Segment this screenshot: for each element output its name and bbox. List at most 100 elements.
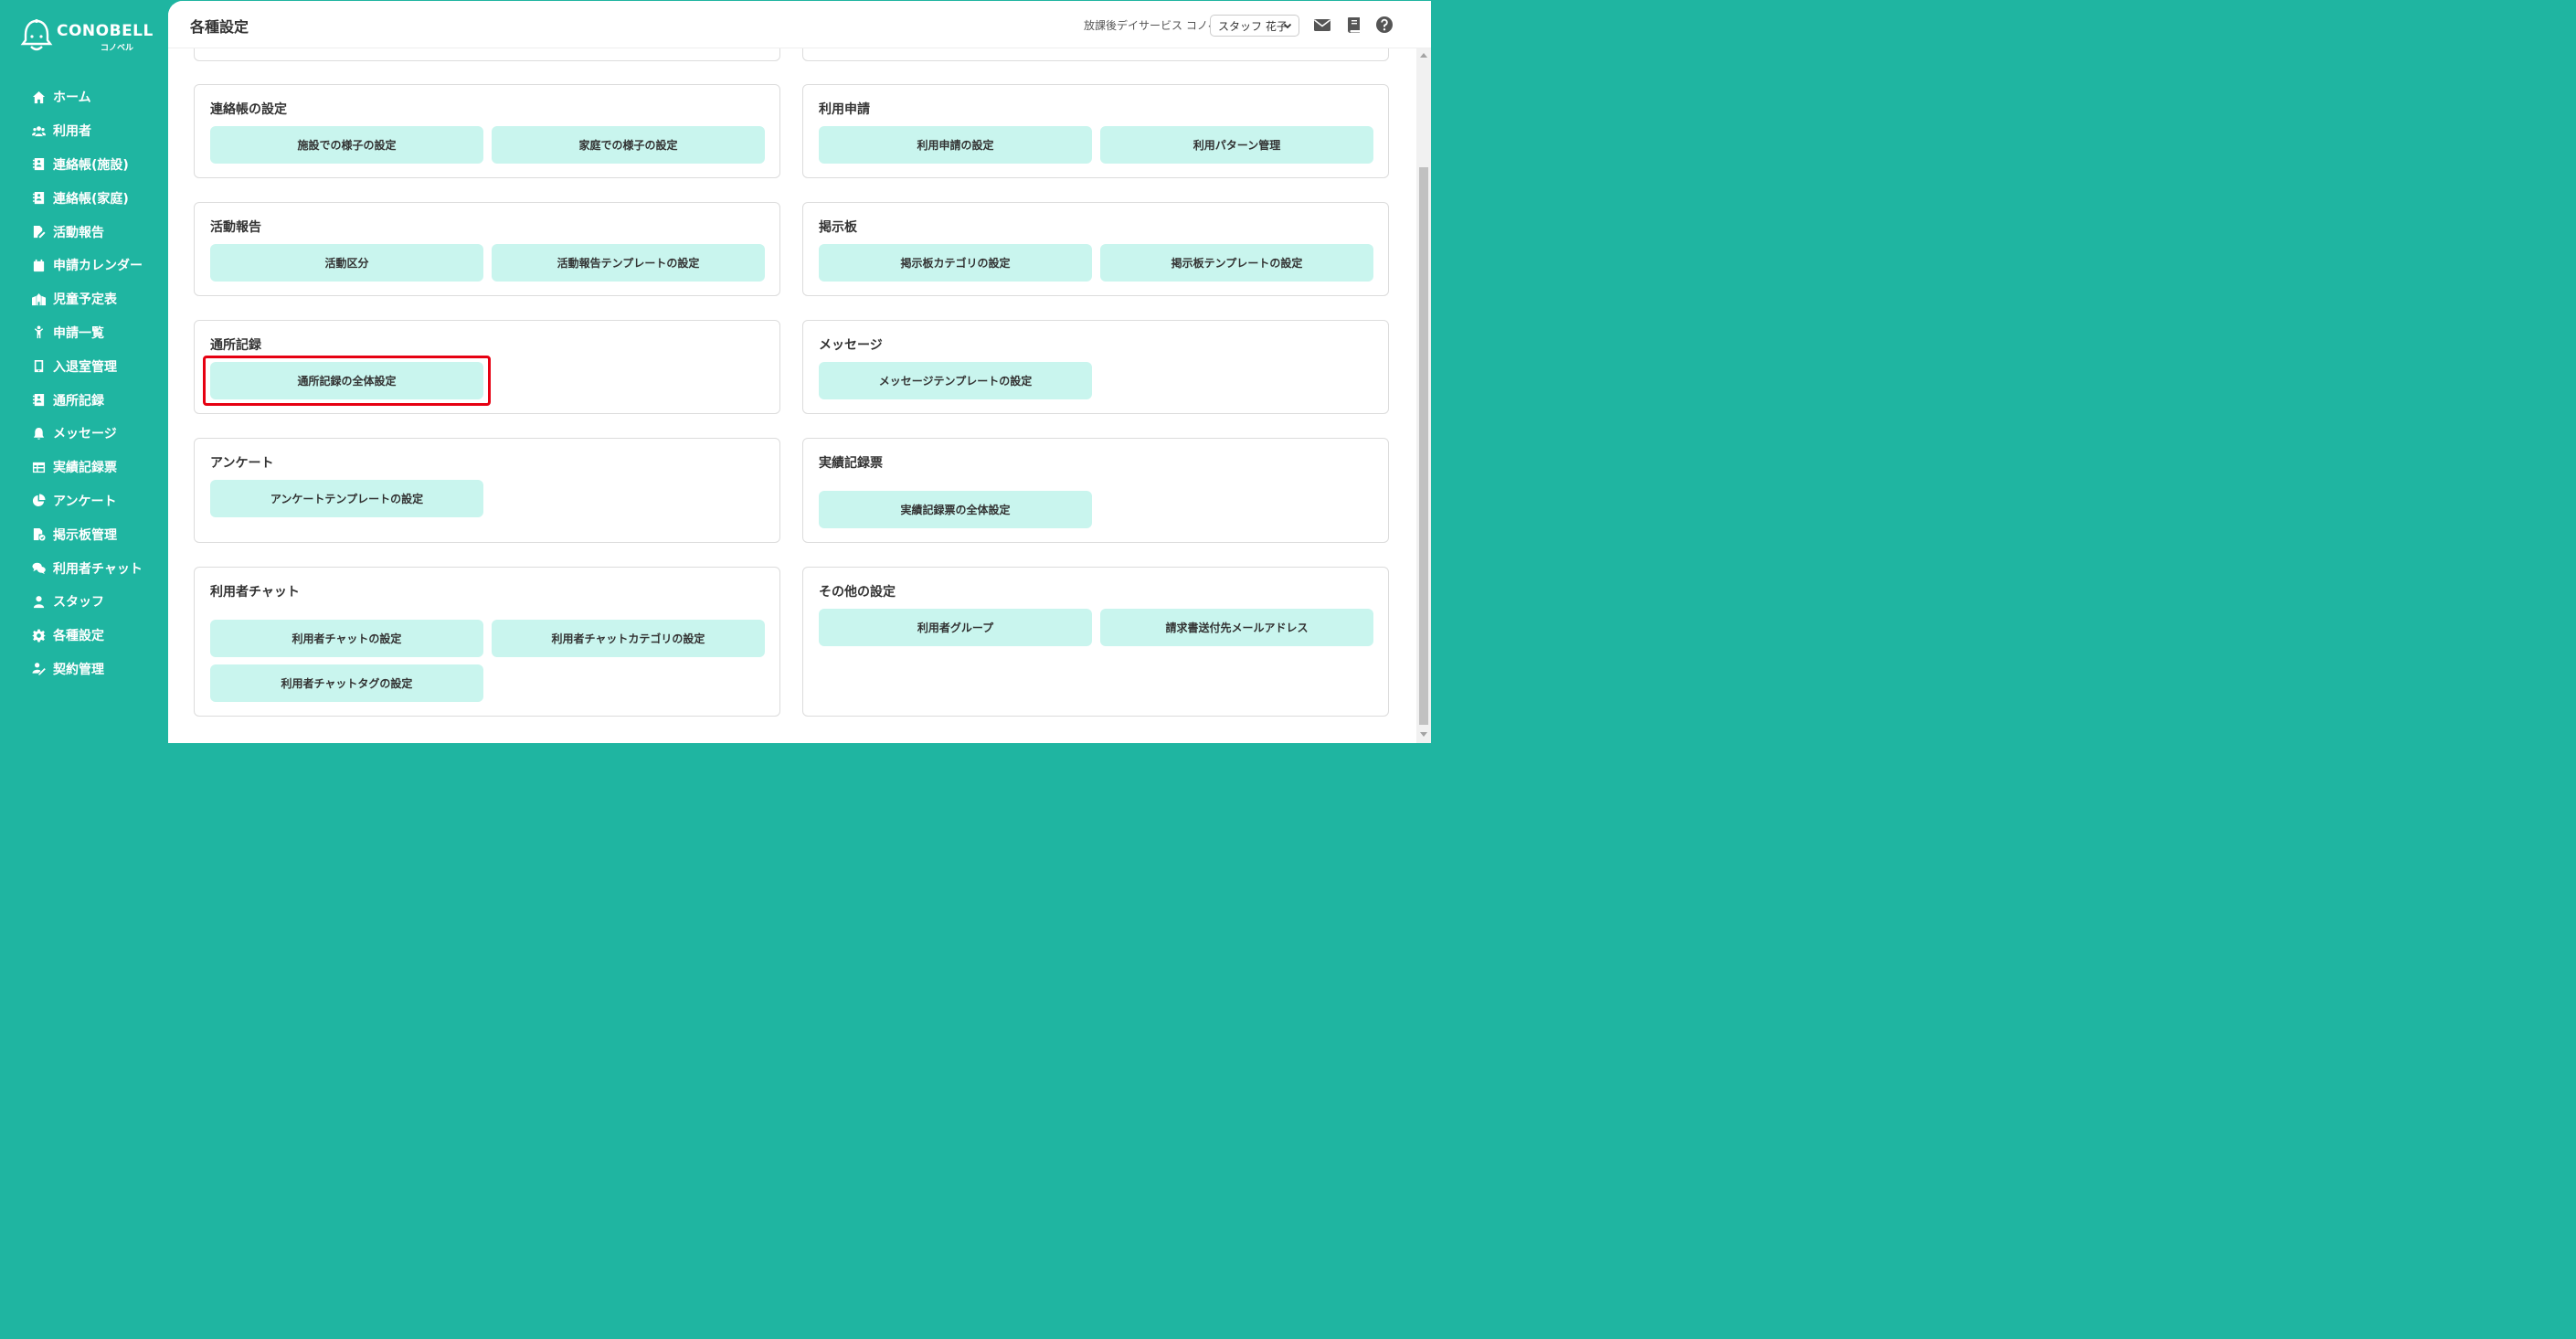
card-user-chat: 利用者チャット 利用者チャットの設定 利用者チャットカテゴリの設定 利用者チャッ… <box>194 567 780 717</box>
card-usage-application: 利用申請 利用申請の設定 利用パターン管理 <box>802 84 1389 178</box>
brand-subtitle: コノベル <box>101 44 134 53</box>
sidebar-item-performance-record[interactable]: 実績記録票 <box>0 451 168 484</box>
card-contact-book-settings: 連絡帳の設定 施設での様子の設定 家庭での様子の設定 <box>194 84 780 178</box>
sidebar-item-message[interactable]: メッセージ <box>0 417 168 451</box>
card-title: 掲示板 <box>819 220 857 235</box>
sidebar: CONOBELL コノベル ホーム 利用者 連絡帳(施設) 連絡帳(家庭) 活動… <box>0 0 168 745</box>
sidebar-item-activity-report[interactable]: 活動報告 <box>0 215 168 249</box>
card-activity-report: 活動報告 活動区分 活動報告テンプレートの設定 <box>194 202 780 296</box>
facility-status-settings-button[interactable]: 施設での様子の設定 <box>210 126 483 164</box>
contact-book-icon <box>31 157 46 172</box>
sidebar-item-entry-exit[interactable]: 入退室管理 <box>0 349 168 383</box>
contract-icon <box>31 662 46 676</box>
sidebar-item-label: 各種設定 <box>53 629 104 644</box>
message-template-settings-button[interactable]: メッセージテンプレートの設定 <box>819 362 1092 399</box>
card-attendance-record: 通所記録 通所記録の全体設定 <box>194 320 780 414</box>
board-category-settings-button[interactable]: 掲示板カテゴリの設定 <box>819 244 1092 282</box>
sidebar-item-label: 実績記録票 <box>53 461 117 476</box>
main-panel: 連絡帳の設定 施設での様子の設定 家庭での様子の設定 利用申請 利用申請の設定 … <box>168 1 1431 743</box>
chevron-down-icon <box>1283 23 1292 29</box>
sidebar-item-label: 児童予定表 <box>53 292 117 308</box>
brand-name: CONOBELL <box>57 22 154 40</box>
calendar-icon <box>31 258 46 272</box>
app-logo[interactable]: CONOBELL コノベル <box>20 18 157 55</box>
activity-category-button[interactable]: 活動区分 <box>210 244 483 282</box>
help-icon[interactable] <box>1375 16 1394 34</box>
scroll-down-icon[interactable] <box>1420 730 1427 738</box>
survey-template-settings-button[interactable]: アンケートテンプレートの設定 <box>210 480 483 517</box>
sidebar-item-label: ホーム <box>53 90 91 106</box>
page-title: 各種設定 <box>190 18 249 36</box>
user-select[interactable]: スタッフ 花子 <box>1210 15 1299 37</box>
card-other-settings: その他の設定 利用者グループ 請求書送付先メールアドレス <box>802 567 1389 717</box>
user-group-button[interactable]: 利用者グループ <box>819 609 1092 646</box>
bell-icon <box>31 426 46 441</box>
bell-logo-icon <box>20 19 53 51</box>
sidebar-item-users[interactable]: 利用者 <box>0 114 168 148</box>
sidebar-item-label: 活動報告 <box>53 225 104 240</box>
sidebar-item-label: 利用者チャット <box>53 561 143 577</box>
sidebar-item-calendar[interactable]: 申請カレンダー <box>0 249 168 282</box>
sidebar-item-survey[interactable]: アンケート <box>0 484 168 518</box>
mail-icon[interactable] <box>1313 16 1331 34</box>
contact-book-icon <box>31 191 46 206</box>
home-icon <box>31 90 46 104</box>
card-performance-record: 実績記録票 実績記録票の全体設定 <box>802 438 1389 543</box>
sidebar-item-board-management[interactable]: 掲示板管理 <box>0 517 168 551</box>
card-title: その他の設定 <box>819 585 896 600</box>
user-chat-settings-button[interactable]: 利用者チャットの設定 <box>210 620 483 657</box>
card-title: 実績記録票 <box>819 456 883 471</box>
user-name: スタッフ 花子 <box>1218 20 1288 33</box>
pie-chart-icon <box>31 494 46 508</box>
settings-content: 連絡帳の設定 施設での様子の設定 家庭での様子の設定 利用申請 利用申請の設定 … <box>168 1 1416 743</box>
invoice-email-button[interactable]: 請求書送付先メールアドレス <box>1100 609 1373 646</box>
tablet-icon <box>31 359 46 374</box>
facility-name: 放課後デイサービス コノベル <box>1084 19 1230 32</box>
sidebar-item-label: スタッフ <box>53 595 104 611</box>
sidebar-item-label: 申請カレンダー <box>53 259 143 274</box>
school-icon <box>31 292 46 306</box>
sidebar-item-settings[interactable]: 各種設定 <box>0 619 168 653</box>
board-icon <box>31 527 46 542</box>
user-chat-category-settings-button[interactable]: 利用者チャットカテゴリの設定 <box>492 620 765 657</box>
sidebar-item-label: 通所記録 <box>53 393 104 409</box>
card-bulletin-board: 掲示板 掲示板カテゴリの設定 掲示板テンプレートの設定 <box>802 202 1389 296</box>
sidebar-item-schedule[interactable]: 児童予定表 <box>0 282 168 316</box>
card-title: 通所記録 <box>210 338 261 353</box>
card-title: 利用者チャット <box>210 585 300 600</box>
board-template-settings-button[interactable]: 掲示板テンプレートの設定 <box>1100 244 1373 282</box>
sidebar-item-label: 利用者 <box>53 124 91 140</box>
usage-application-settings-button[interactable]: 利用申請の設定 <box>819 126 1092 164</box>
sidebar-item-label: 入退室管理 <box>53 359 117 375</box>
sidebar-item-staff[interactable]: スタッフ <box>0 585 168 619</box>
user-chat-tag-settings-button[interactable]: 利用者チャットタグの設定 <box>210 664 483 702</box>
card-title: 連絡帳の設定 <box>210 102 287 117</box>
vertical-scrollbar[interactable] <box>1416 48 1431 743</box>
sidebar-item-contact-facility[interactable]: 連絡帳(施設) <box>0 148 168 182</box>
attendance-record-global-settings-button[interactable]: 通所記録の全体設定 <box>210 362 483 399</box>
top-bar: 各種設定 放課後デイサービス コノベル スタッフ 花子 <box>168 1 1431 48</box>
home-status-settings-button[interactable]: 家庭での様子の設定 <box>492 126 765 164</box>
sidebar-nav: ホーム 利用者 連絡帳(施設) 連絡帳(家庭) 活動報告 申請カレンダー 児童予… <box>0 80 168 685</box>
sidebar-item-label: メッセージ <box>53 427 117 442</box>
staff-icon <box>31 594 46 609</box>
chat-icon <box>31 561 46 576</box>
activity-report-template-button[interactable]: 活動報告テンプレートの設定 <box>492 244 765 282</box>
performance-record-global-settings-button[interactable]: 実績記録票の全体設定 <box>819 491 1092 528</box>
card-title: 活動報告 <box>210 220 261 235</box>
gear-icon <box>31 628 46 643</box>
scrollbar-thumb[interactable] <box>1419 167 1428 725</box>
sidebar-item-user-chat[interactable]: 利用者チャット <box>0 551 168 585</box>
scroll-up-icon[interactable] <box>1420 52 1427 59</box>
sidebar-item-contract[interactable]: 契約管理 <box>0 653 168 686</box>
sidebar-item-home[interactable]: ホーム <box>0 80 168 114</box>
card-title: メッセージ <box>819 338 883 353</box>
sidebar-item-label: アンケート <box>53 494 117 509</box>
sidebar-item-attendance-record[interactable]: 通所記録 <box>0 383 168 417</box>
usage-pattern-management-button[interactable]: 利用パターン管理 <box>1100 126 1373 164</box>
report-edit-icon <box>31 225 46 239</box>
card-title: 利用申請 <box>819 102 870 117</box>
sidebar-item-application-list[interactable]: 申請一覧 <box>0 316 168 350</box>
book-icon[interactable] <box>1345 16 1363 34</box>
sidebar-item-contact-home[interactable]: 連絡帳(家庭) <box>0 181 168 215</box>
